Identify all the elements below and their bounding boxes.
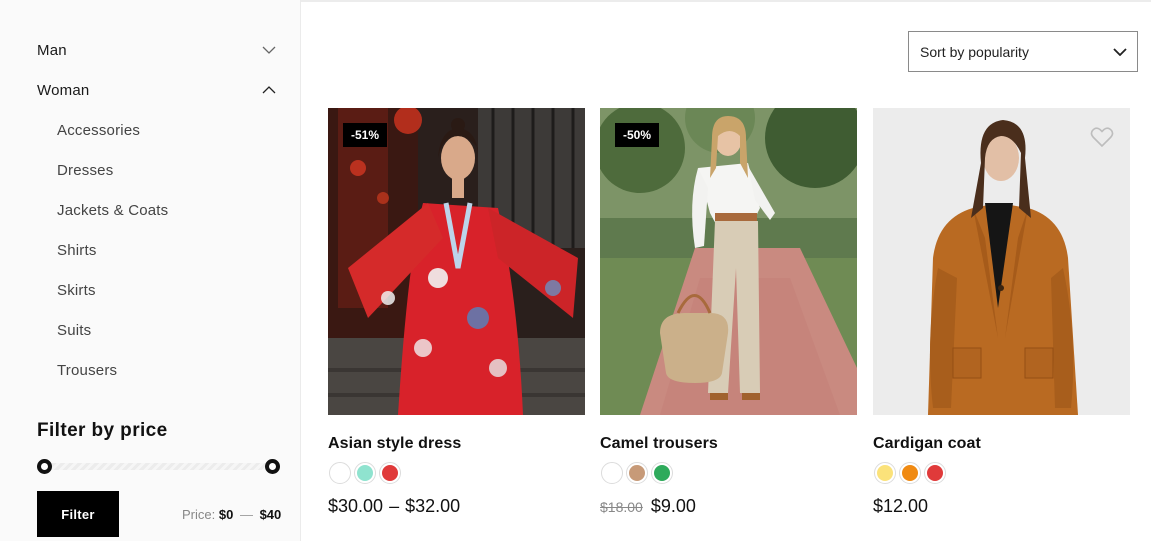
price-range-separator: – xyxy=(389,496,400,516)
product-name[interactable]: Asian style dress xyxy=(328,435,461,453)
swatch-dot xyxy=(902,465,918,481)
color-swatch-green[interactable] xyxy=(651,462,673,484)
price-slider-max-handle[interactable] xyxy=(265,459,280,474)
woman-cardigan-coat-image xyxy=(873,108,1130,415)
category-sidebar: Man Woman Accessories Dresses Jackets & … xyxy=(0,0,301,541)
woman-camel-trousers-image xyxy=(600,108,857,415)
product-image[interactable]: -51% xyxy=(328,108,585,415)
product-card: -51% Asian style dress $30.00– $32.00 xyxy=(328,108,585,516)
filter-by-price-heading: Filter by price xyxy=(37,420,168,441)
color-swatch-red[interactable] xyxy=(379,462,401,484)
color-swatches xyxy=(329,462,401,484)
swatch-dot xyxy=(332,465,348,481)
color-swatch-yellow[interactable] xyxy=(874,462,896,484)
subcategory-shirts[interactable]: Shirts xyxy=(57,242,97,259)
color-swatch-orange[interactable] xyxy=(899,462,921,484)
color-swatch-tan[interactable] xyxy=(626,462,648,484)
category-woman[interactable]: Woman xyxy=(37,78,277,102)
subcategory-trousers[interactable]: Trousers xyxy=(57,362,117,379)
product-name[interactable]: Camel trousers xyxy=(600,435,718,453)
price-to: $32.00 xyxy=(405,496,461,516)
sort-selected-label: Sort by popularity xyxy=(920,43,1029,60)
filter-button[interactable]: Filter xyxy=(37,491,119,537)
price-from: $30.00 xyxy=(328,496,384,516)
product-name[interactable]: Cardigan coat xyxy=(873,435,981,453)
discount-badge: -51% xyxy=(343,123,388,147)
color-swatch-red[interactable] xyxy=(924,462,946,484)
subcategory-dresses[interactable]: Dresses xyxy=(57,162,113,179)
subcategory-jackets-coats[interactable]: Jackets & Coats xyxy=(57,202,168,219)
subcategory-suits[interactable]: Suits xyxy=(57,322,91,339)
color-swatches xyxy=(601,462,673,484)
product-image[interactable]: -50% xyxy=(600,108,857,415)
price-separator: — xyxy=(239,507,253,522)
category-man-label: Man xyxy=(37,41,67,59)
color-swatch-white[interactable] xyxy=(601,462,623,484)
color-swatches xyxy=(874,462,946,484)
product-price: $30.00– $32.00 xyxy=(328,496,460,517)
swatch-dot xyxy=(877,465,893,481)
color-swatch-white[interactable] xyxy=(329,462,351,484)
category-man[interactable]: Man xyxy=(37,38,277,62)
swatch-dot xyxy=(654,465,670,481)
subcategory-skirts[interactable]: Skirts xyxy=(57,282,96,299)
price-max-value: $40 xyxy=(259,507,282,522)
swatch-dot xyxy=(357,465,373,481)
sort-select[interactable]: Sort by popularity xyxy=(908,31,1138,72)
chevron-down-icon[interactable] xyxy=(261,42,277,58)
product-card: Cardigan coat $12.00 xyxy=(873,108,1130,516)
swatch-dot xyxy=(382,465,398,481)
chevron-up-icon[interactable] xyxy=(261,82,277,98)
subcategory-accessories[interactable]: Accessories xyxy=(57,122,140,139)
price-slider-track[interactable] xyxy=(44,463,273,470)
product-price: $12.00 xyxy=(873,496,928,517)
product-image[interactable] xyxy=(873,108,1130,415)
heart-icon[interactable] xyxy=(1090,126,1114,148)
woman-red-kimono-image xyxy=(328,108,585,415)
category-woman-label: Woman xyxy=(37,81,90,99)
swatch-dot xyxy=(604,465,620,481)
product-card: -50% Camel trousers $18.00 $9.00 xyxy=(600,108,857,516)
swatch-dot xyxy=(629,465,645,481)
chevron-down-icon xyxy=(1113,47,1127,56)
price-slider-min-handle[interactable] xyxy=(37,459,52,474)
product-price: $18.00 $9.00 xyxy=(600,496,696,517)
discount-badge: -50% xyxy=(615,123,660,147)
price-prefix: Price: xyxy=(182,507,216,522)
price-range-readout: Price: $0 — $40 xyxy=(182,507,281,522)
color-swatch-mint[interactable] xyxy=(354,462,376,484)
swatch-dot xyxy=(927,465,943,481)
original-price: $18.00 xyxy=(600,499,643,515)
sale-price: $9.00 xyxy=(650,496,696,516)
price: $12.00 xyxy=(873,496,929,516)
price-min-value: $0 xyxy=(218,507,234,522)
